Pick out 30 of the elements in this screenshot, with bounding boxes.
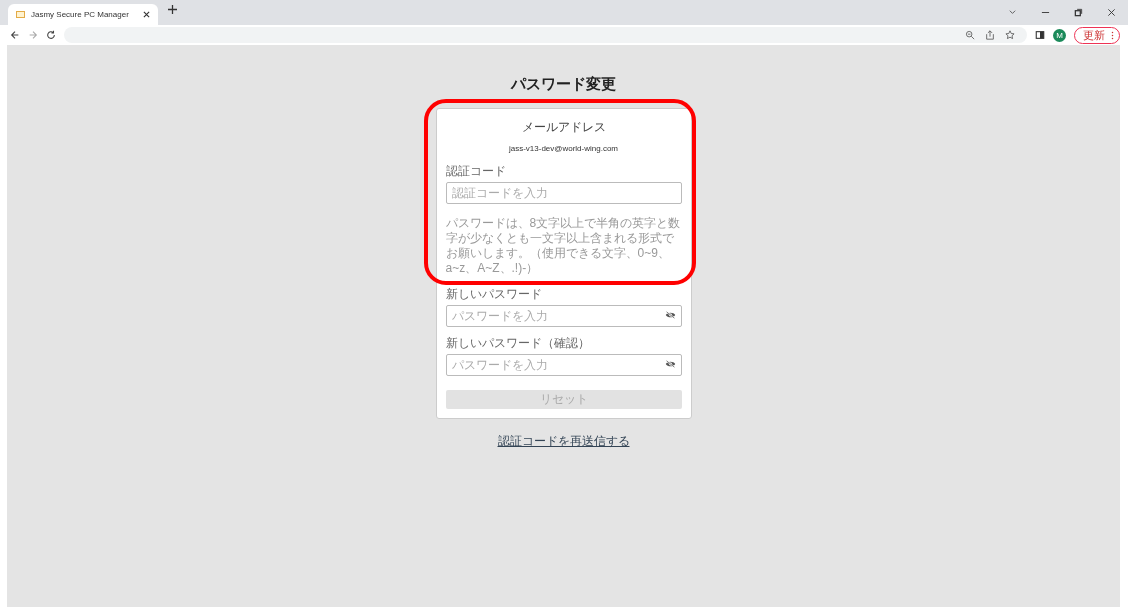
reload-icon[interactable]	[46, 30, 56, 40]
favicon-icon	[16, 11, 25, 18]
page-title: パスワード変更	[511, 75, 616, 94]
side-panel-icon[interactable]	[1035, 30, 1045, 40]
star-icon[interactable]	[1005, 30, 1015, 40]
password-field[interactable]: パスワードを入力	[445, 354, 682, 376]
email-address: jass-v13-dev@world-wing.com	[507, 144, 619, 153]
zoom-icon[interactable]	[965, 30, 975, 40]
field-label: 新しいパスワード	[445, 286, 543, 303]
email-label: メールアドレス	[520, 119, 607, 136]
update-button[interactable]: 更新	[1074, 26, 1120, 44]
restore-icon[interactable]	[1074, 8, 1083, 17]
more-icon	[1111, 30, 1114, 40]
password-field[interactable]: パスワードを入力	[445, 305, 682, 327]
resend-code-link[interactable]: 認証コードを再送信する	[497, 433, 630, 450]
back-icon[interactable]	[10, 30, 20, 40]
eye-slash-icon[interactable]	[664, 360, 676, 368]
tab-title: Jasmy Secure PC Manager	[31, 10, 130, 19]
password-rules-text: パスワードは、8文字以上で半角の英字と数字が少なくとも一文字以上含まれる形式でお願いします。（使用できる文字、0~9、a~z、A~Z、.!)-）	[445, 216, 682, 276]
field-label: 新しいパスワード（確認）	[445, 335, 591, 352]
close-icon[interactable]	[143, 11, 150, 18]
new-tab-icon[interactable]	[168, 5, 177, 14]
code-field[interactable]: 認証コードを入力	[445, 182, 682, 204]
share-icon[interactable]	[985, 30, 995, 40]
browser-tab[interactable]: Jasmy Secure PC Manager	[8, 4, 158, 25]
eye-slash-icon[interactable]	[664, 311, 676, 319]
close-icon[interactable]	[1107, 8, 1116, 17]
profile-avatar[interactable]: M	[1053, 28, 1066, 42]
tab-search-icon[interactable]	[1008, 8, 1017, 17]
field-label: 認証コード	[445, 163, 507, 180]
